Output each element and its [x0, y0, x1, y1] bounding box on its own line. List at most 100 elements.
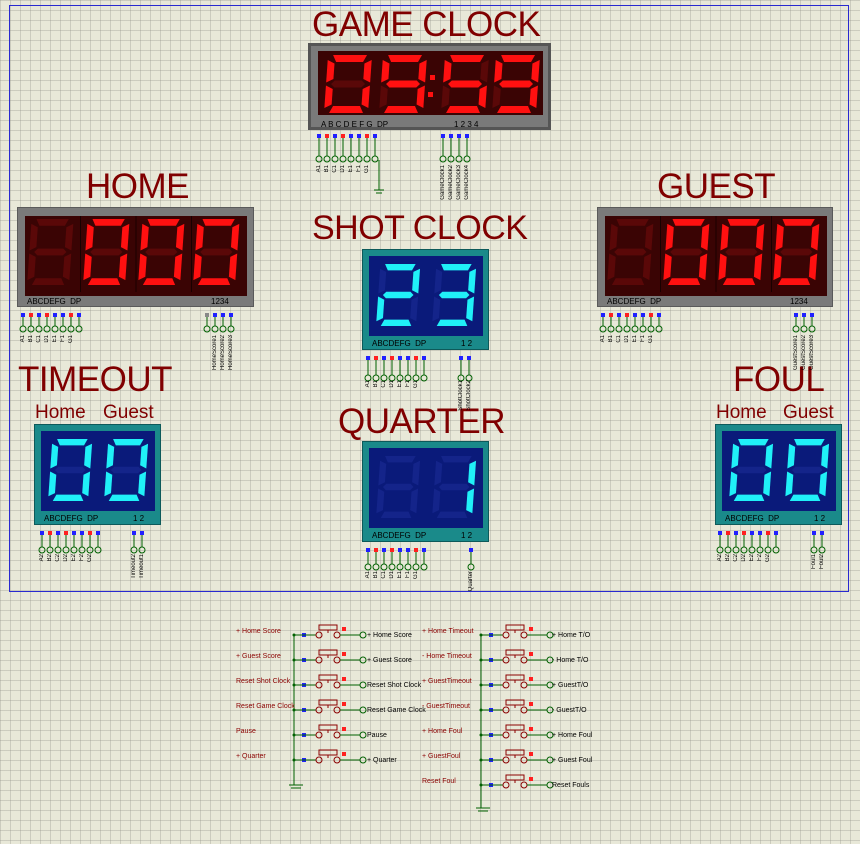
game-clock-digit-3-seg-a — [450, 55, 485, 63]
btn-right-1-button[interactable] — [501, 623, 529, 639]
home-seg-terminal-2 — [27, 325, 35, 333]
btn-right-5-button[interactable] — [501, 723, 529, 739]
home-seg-terminal-7 — [67, 325, 75, 333]
btn-right-node-3 — [479, 683, 483, 687]
timeout-digit-2-seg-d — [108, 494, 140, 501]
gc-seg-terminal-6 — [355, 155, 363, 163]
foul-digit-2-seg-g — [791, 466, 823, 474]
to-seg-pin-label-4: D2 — [63, 554, 69, 562]
btn-left-in-label-4: Reset Game Clock — [236, 703, 295, 710]
home-seg-terminal-5 — [51, 325, 59, 333]
quarter-digit-2-seg-g — [438, 483, 470, 491]
btn-right-node-4 — [479, 708, 483, 712]
guest-dig-terminal-2 — [800, 325, 808, 333]
guest-digit-4-seg-f — [775, 223, 784, 251]
q-seg-pin-label-4: D1 — [389, 571, 395, 579]
home-seg-pin-2 — [29, 313, 33, 317]
foul-dig-terminal-1 — [810, 546, 818, 554]
to-seg-pin-label-1: A2 — [39, 554, 45, 562]
foul-seg-pin-5 — [750, 531, 754, 535]
foul-digit-2-seg-a — [794, 439, 825, 446]
guest-seg-pin-7 — [649, 313, 653, 317]
game-clock-digit-2-seg-e — [379, 85, 388, 108]
quarter-digit-1-seg-b — [412, 460, 421, 486]
btn-left-out-label-4: Reset Game Clock — [367, 707, 426, 714]
home-dig-terminal-4 — [227, 325, 235, 333]
guest-seg-pin-label-5: E1 — [632, 335, 638, 343]
home-digit-2-seg-c — [118, 253, 128, 281]
btn-left-5-terminal — [359, 731, 367, 739]
to-seg-terminal-8 — [94, 546, 102, 554]
gc-dig-pin-label-1: GameClock1 — [440, 165, 446, 200]
gc-seg-pin-label-7: G1 — [364, 165, 370, 174]
btn-right-7-button[interactable] — [501, 773, 529, 789]
guest-seg-pin-1 — [601, 313, 605, 317]
btn-left-5-button[interactable] — [314, 723, 342, 739]
guest-digit-1-seg-f — [609, 223, 618, 251]
btn-left-out-label-6: + Quarter — [367, 757, 397, 764]
game-clock-digit-4-seg-b — [531, 60, 540, 83]
game-clock-digit-2-seg-b — [418, 60, 427, 83]
btn-right-in-label-3: + GuestTimeout — [422, 678, 472, 685]
game-clock-digit-2-seg-a — [388, 55, 423, 63]
btn-right-in-label-5: + Home Foul — [422, 728, 463, 735]
guest-seg-pin-4 — [625, 313, 629, 317]
btn-right-2-indicator — [529, 652, 533, 656]
btn-left-1-button[interactable] — [314, 623, 342, 639]
btn-left-4-button[interactable] — [314, 698, 342, 714]
home-digit-4-seg-a — [202, 219, 235, 226]
to-seg-terminal-2 — [46, 546, 54, 554]
quarter-digit-2-seg-b — [468, 460, 477, 486]
to-seg-pin-label-2: B2 — [47, 554, 53, 562]
guest-digit-2-seg-e — [663, 253, 672, 281]
guest-digit-2-seg-a — [672, 219, 705, 226]
guest-seg-pin-3 — [617, 313, 621, 317]
timeout-digit-1-seg-c — [82, 471, 91, 497]
shot-seg-terminal-8 — [420, 374, 428, 382]
btn-right-6-button[interactable] — [501, 748, 529, 764]
btn-left-out-label-2: + Guest Score — [367, 657, 412, 664]
guest-dig-pin-2 — [802, 313, 806, 317]
q-seg-terminal-5 — [396, 563, 404, 571]
btn-right-out-label-6: + Guest Foul — [552, 757, 593, 764]
gc-seg-terminal-1 — [315, 155, 323, 163]
shot-seg-pin-8 — [422, 356, 426, 360]
timeout-digit-1-seg-f — [50, 443, 59, 469]
btn-left-node-1 — [292, 633, 296, 637]
home-seg-pin-label-3: C1 — [36, 335, 42, 343]
home-digit-1-seg-a — [36, 219, 69, 226]
btn-left-out-label-3: Reset Shot Clock — [367, 682, 422, 689]
foul-seg-pin-1 — [718, 531, 722, 535]
gc-seg-pin-2 — [325, 134, 329, 138]
timeout-digit-2-seg-f — [106, 443, 115, 469]
quarter-digit-1-seg-f — [378, 460, 387, 486]
btn-left-3-button[interactable] — [314, 673, 342, 689]
home-dig-terminal-1 — [203, 325, 211, 333]
shot-clock-digit-2-seg-f — [434, 268, 443, 294]
btn-left-2-button[interactable] — [314, 648, 342, 664]
home-digit-4-seg-f — [195, 223, 204, 251]
btn-right-3-button[interactable] — [501, 673, 529, 689]
btn-left-6-button[interactable] — [314, 748, 342, 764]
quarter-digit-1-seg-c — [410, 488, 419, 514]
btn-right-in-label-6: + GuestFoul — [422, 753, 461, 760]
foul-seg-pin-label-7: G2 — [765, 554, 771, 563]
home-seg-pin-8 — [77, 313, 81, 317]
home-digit-1-seg-c — [62, 253, 72, 281]
shot-seg-pin-label-3: C1 — [381, 380, 387, 388]
home-seg-terminal-8 — [75, 325, 83, 333]
btn-right-2-button[interactable] — [501, 648, 529, 664]
shot-clock-digit-1-seg-c — [410, 296, 419, 322]
game-clock-digit-1-seg-b — [363, 60, 372, 83]
foul-seg-pin-label-4: D2 — [741, 554, 747, 562]
home-digit-4-seg-d — [197, 278, 231, 285]
gc-seg-pin-7 — [365, 134, 369, 138]
gc-seg-terminal-3 — [331, 155, 339, 163]
guest-seg-terminal-5 — [631, 325, 639, 333]
btn-right-4-button[interactable] — [501, 698, 529, 714]
q-seg-pin-1 — [366, 548, 370, 552]
home-dig-terminal-2 — [211, 325, 219, 333]
game-clock-digit-3-seg-g — [448, 80, 483, 88]
guest-digit-1-seg-g — [614, 248, 647, 256]
shot-seg-pin-1 — [366, 356, 370, 360]
